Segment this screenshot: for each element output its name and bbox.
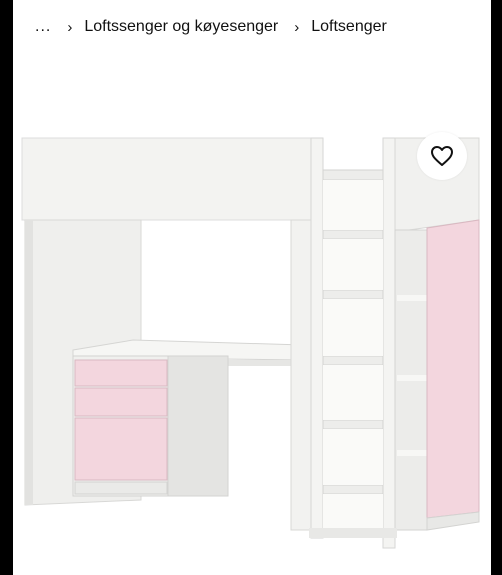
chevron-right-icon: › — [67, 18, 73, 36]
favourite-button[interactable] — [417, 132, 467, 180]
breadcrumb-item-loft-beds[interactable]: Loftsenger — [311, 18, 387, 36]
heart-outline-icon — [431, 146, 453, 166]
product-image[interactable] — [13, 120, 491, 575]
breadcrumb-item-loft-and-bunk-beds[interactable]: Loftssenger og køyesenger — [84, 18, 278, 36]
product-page: ... › Loftssenger og køyesenger › Loftse… — [13, 0, 491, 575]
breadcrumb-ellipsis[interactable]: ... — [35, 18, 51, 36]
chevron-right-icon: › — [294, 18, 300, 36]
breadcrumb: ... › Loftssenger og køyesenger › Loftse… — [13, 14, 387, 40]
